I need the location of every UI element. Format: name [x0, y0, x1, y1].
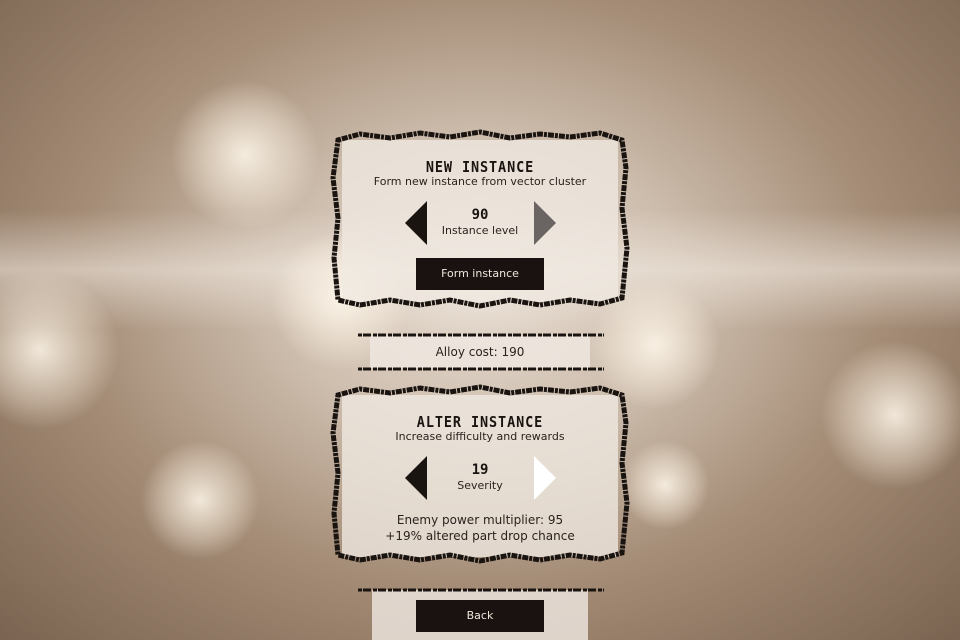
- back-button[interactable]: Back: [416, 600, 544, 632]
- altered-part-drop-chance-text: +19% altered part drop chance: [385, 529, 575, 543]
- bokeh-light: [140, 440, 260, 560]
- severity-increase-arrow-icon[interactable]: [534, 456, 556, 500]
- enemy-power-multiplier-text: Enemy power multiplier: 95: [396, 513, 564, 527]
- alter-instance-title: ALTER INSTANCE: [416, 413, 544, 431]
- bokeh-light: [170, 80, 320, 230]
- level-increase-arrow-icon[interactable]: [534, 201, 556, 245]
- alter-instance-subtitle: Increase difficulty and rewards: [395, 430, 565, 443]
- alter-instance-panel: ALTER INSTANCE Increase difficulty and r…: [342, 395, 618, 557]
- alloy-cost-strip: Alloy cost: 190: [370, 336, 590, 368]
- new-instance-title: NEW INSTANCE: [425, 158, 535, 176]
- new-instance-subtitle: Form new instance from vector cluster: [373, 175, 587, 188]
- bokeh-light: [620, 440, 710, 530]
- bokeh-light: [820, 340, 960, 490]
- alloy-cost-text: Alloy cost: 190: [435, 345, 525, 359]
- form-instance-button[interactable]: Form instance: [416, 258, 544, 290]
- severity-value: 19: [471, 462, 489, 478]
- new-instance-panel: NEW INSTANCE Form new instance from vect…: [342, 140, 618, 302]
- instance-level-label: Instance level: [441, 224, 519, 237]
- severity-label: Severity: [457, 479, 503, 492]
- instance-level-value: 90: [471, 207, 489, 223]
